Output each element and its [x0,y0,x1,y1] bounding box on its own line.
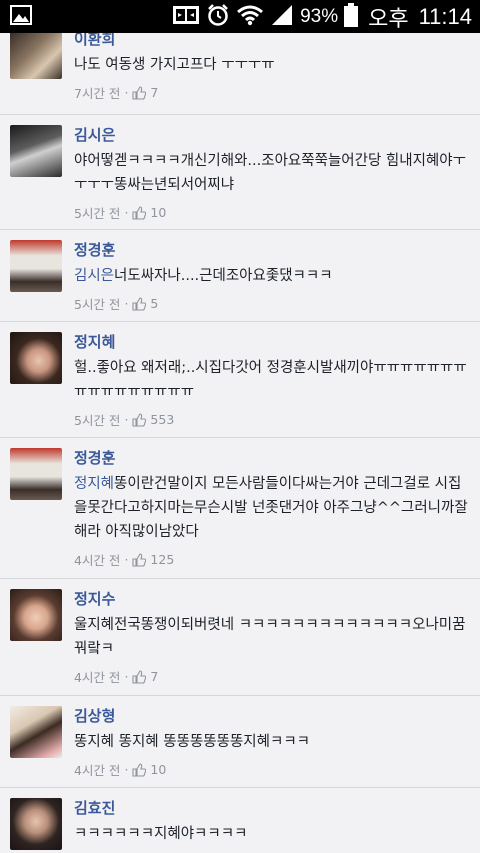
like-count: 125 [150,552,175,567]
avatar[interactable] [10,240,62,292]
comment-time: 5시간 전 [74,297,121,312]
avatar[interactable] [10,589,62,641]
comment-time: 7시간 전 [74,86,121,101]
status-ampm: 오후 [368,5,409,31]
comment-item: 김상형 똥지혜 똥지혜 똥똥똥똥똥똥지혜ㅋㅋㅋ 4시간 전 · 10 [0,696,480,788]
comment-author[interactable]: 정경훈 [74,448,470,468]
status-bar: 93% 오후 11:14 [0,0,480,33]
comment-mention[interactable]: 김시은 [74,268,114,284]
comment-text: 정지혜똥이란건말이지 모든사람들이다싸는거야 근데그걸로 시집을못간다고하지마는… [74,476,468,540]
comment-item: 김효진 ㅋㅋㅋㅋㅋㅋ지혜야ㅋㅋㅋㅋ [0,788,480,853]
comment-text: ㅋㅋㅋㅋㅋㅋ지혜야ㅋㅋㅋㅋ [74,826,248,842]
like-count: 10 [150,205,167,220]
comment-meta: 5시간 전 · 553 [74,412,175,428]
comment-meta: 4시간 전 · 10 [74,762,167,778]
battery-icon [344,2,359,31]
comment-item: 이환희 나도 여동생 가지고프다 ㅜㅜㅜㅠ 7시간 전 · 7 [0,33,480,115]
comment-author[interactable]: 김상형 [74,706,470,726]
alarm-icon [206,3,230,31]
thumbs-up-icon[interactable] [132,85,147,100]
signal-icon [270,3,294,31]
comment-author[interactable]: 정지혜 [74,332,470,352]
comment-text: 김시은너도싸자나....근데조아요좇댔ㅋㅋㅋ [74,268,333,284]
comment-meta: 7시간 전 · 7 [74,85,159,101]
avatar[interactable] [10,448,62,500]
comment-author[interactable]: 김효진 [74,798,470,818]
comment-author[interactable]: 김시은 [74,125,470,145]
comment-feed[interactable]: 이환희 나도 여동생 가지고프다 ㅜㅜㅜㅠ 7시간 전 · 7 김시은 야어떻겓ㅋ… [0,33,480,853]
comment-meta: 4시간 전 · 125 [74,552,175,568]
avatar[interactable] [10,332,62,384]
comment-time: 4시간 전 [74,763,121,778]
comment-item: 정지수 울지혜전국똥쟁이되버렷네 ㅋㅋㅋㅋㅋㅋㅋㅋㅋㅋㅋㅋㅋ오나미꿈꿔랔ㅋ 4시… [0,579,480,696]
comment-item: 정경훈 정지혜똥이란건말이지 모든사람들이다싸는거야 근데그걸로 시집을못간다고… [0,438,480,579]
avatar[interactable] [10,33,62,79]
screen-mirror-icon [172,4,200,30]
comment-author[interactable]: 이환희 [74,33,470,49]
comment-author[interactable]: 정지수 [74,589,470,609]
thumbs-up-icon[interactable] [132,669,147,684]
comment-time: 5시간 전 [74,413,121,428]
like-count: 10 [150,762,167,777]
like-count: 553 [150,412,175,427]
thumbs-up-icon[interactable] [132,762,147,777]
comment-meta: 5시간 전 · 5 [74,296,159,312]
avatar[interactable] [10,706,62,758]
comment-item: 정지혜 헐..좋아요 왜저래;..시집다갓어 정경훈시발새끼야ㅠㅠㅠㅠㅠㅠㅠㅠㅠ… [0,322,480,438]
comment-item: 정경훈 김시은너도싸자나....근데조아요좇댔ㅋㅋㅋ 5시간 전 · 5 [0,230,480,322]
like-count: 7 [150,669,159,684]
comment-text: 울지혜전국똥쟁이되버렷네 ㅋㅋㅋㅋㅋㅋㅋㅋㅋㅋㅋㅋㅋ오나미꿈꿔랔ㅋ [74,617,466,657]
avatar[interactable] [10,798,62,850]
status-time: 11:14 [418,3,472,29]
comment-meta: 5시간 전 · 10 [74,205,167,221]
comment-text: 헐..좋아요 왜저래;..시집다갓어 정경훈시발새끼야ㅠㅠㅠㅠㅠㅠㅠㅠㅠㅠㅠㅠㅠ… [74,360,467,400]
comment-time: 4시간 전 [74,553,121,568]
thumbs-up-icon[interactable] [132,412,147,427]
like-count: 7 [150,85,159,100]
thumbs-up-icon[interactable] [132,205,147,220]
comment-text: 똥지혜 똥지혜 똥똥똥똥똥똥지혜ㅋㅋㅋ [74,734,310,750]
comment-author[interactable]: 정경훈 [74,240,470,260]
thumbs-up-icon[interactable] [132,296,147,311]
like-count: 5 [150,296,159,311]
thumbs-up-icon[interactable] [132,552,147,567]
comment-mention[interactable]: 정지혜 [74,476,114,492]
gallery-icon [10,4,32,29]
avatar[interactable] [10,125,62,177]
comment-time: 5시간 전 [74,206,121,221]
battery-percent: 93% [300,5,339,27]
comment-meta: 4시간 전 · 7 [74,669,159,685]
comment-item: 김시은 야어떻겓ㅋㅋㅋㅋ개신기해와...조아요쭉쭉늘어간당 힘내지혜야ㅜㅜㅜㅜ똥… [0,115,480,230]
comment-text: 야어떻겓ㅋㅋㅋㅋ개신기해와...조아요쭉쭉늘어간당 힘내지혜야ㅜㅜㅜㅜ똥싸는년되… [74,153,466,193]
comment-text: 나도 여동생 가지고프다 ㅜㅜㅜㅠ [74,57,275,73]
comment-time: 4시간 전 [74,670,121,685]
wifi-icon [236,4,264,30]
